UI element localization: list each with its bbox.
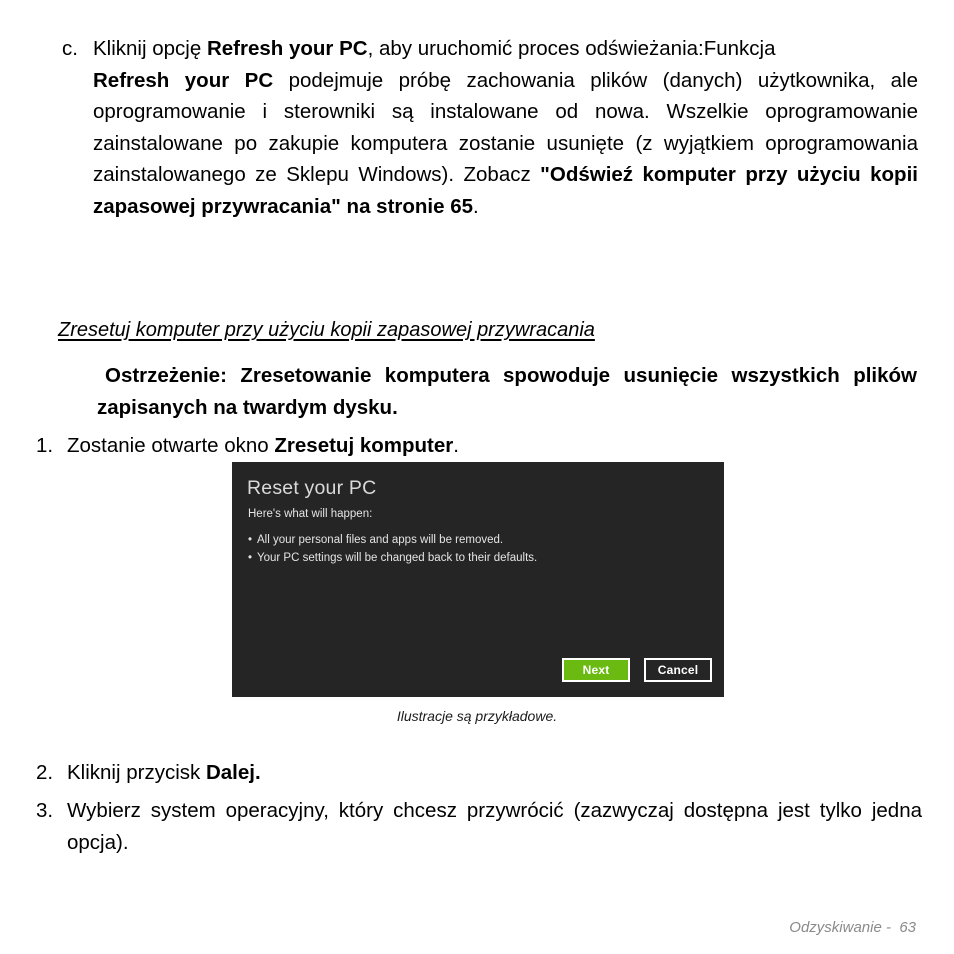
warning-block: Ostrzeżenie: Zresetowanie komputera spow… <box>97 360 917 423</box>
screenshot-button-row: Next Cancel <box>562 658 712 682</box>
step-text-1: Zostanie otwarte okno Zresetuj komputer. <box>67 430 922 462</box>
step-number-1: 1. <box>36 434 54 457</box>
step-1-bold: Zresetuj komputer <box>274 434 454 457</box>
step-1-pre: Zostanie otwarte okno <box>67 434 275 457</box>
next-button[interactable]: Next <box>562 658 630 682</box>
paragraph-c-first: Kliknij opcję Refresh your PC, aby uruch… <box>93 33 918 65</box>
step-number-2: 2. <box>36 761 54 784</box>
section-subheading: Zresetuj komputer przy użyciu kopii zapa… <box>58 319 595 341</box>
numbered-step-2: 2. Kliknij przycisk Dalej. <box>36 757 922 789</box>
cancel-button[interactable]: Cancel <box>644 658 712 682</box>
list-marker-c: c. <box>62 37 78 60</box>
paragraph-c-pre: Kliknij opcję <box>93 37 207 60</box>
step-3-pre: Wybierz system operacyjny, który chcesz … <box>67 799 922 854</box>
step-number-3: 3. <box>36 799 54 822</box>
step-text-2: Kliknij przycisk Dalej. <box>67 757 922 789</box>
screenshot-bullet-item: Your PC settings will be changed back to… <box>248 550 537 568</box>
screenshot-subtitle: Here's what will happen: <box>248 508 373 520</box>
step-2-pre: Kliknij przycisk <box>67 761 206 784</box>
paragraph-c2-end: . <box>473 194 479 218</box>
screenshot-bullet-item: All your personal files and apps will be… <box>248 532 537 550</box>
step-text-3: Wybierz system operacyjny, który chcesz … <box>67 795 922 858</box>
screenshot-bullet-list: All your personal files and apps will be… <box>248 532 537 567</box>
reset-your-pc-screenshot: Reset your PC Here's what will happen: A… <box>232 462 724 697</box>
paragraph-c-post: , aby uruchomić proces odświeżania:Funkc… <box>367 37 776 60</box>
screenshot-title: Reset your PC <box>247 477 377 499</box>
paragraph-c-second: Refresh your PC podejmuje próbę zachowan… <box>93 65 918 223</box>
step-2-bold: Dalej. <box>205 761 261 784</box>
step-1-post: . <box>453 434 459 457</box>
figure-caption: Ilustracje są przykładowe. <box>396 708 558 724</box>
numbered-step-3: 3. Wybierz system operacyjny, który chce… <box>36 795 922 858</box>
document-page: c. Kliknij opcję Refresh your PC, aby ur… <box>0 0 954 954</box>
numbered-step-1: 1. Zostanie otwarte okno Zresetuj komput… <box>36 430 922 462</box>
paragraph-c2-bold-refresh: Refresh your PC <box>93 68 274 92</box>
list-item-c-body: Kliknij opcję Refresh your PC, aby uruch… <box>93 33 918 223</box>
warning-text: Ostrzeżenie: Zresetowanie komputera spow… <box>97 364 917 419</box>
paragraph-c-bold-refresh: Refresh your PC <box>206 37 368 60</box>
page-footer: Odzyskiwanie - 63 <box>789 919 916 936</box>
list-item-c: c. Kliknij opcję Refresh your PC, aby ur… <box>62 33 918 223</box>
